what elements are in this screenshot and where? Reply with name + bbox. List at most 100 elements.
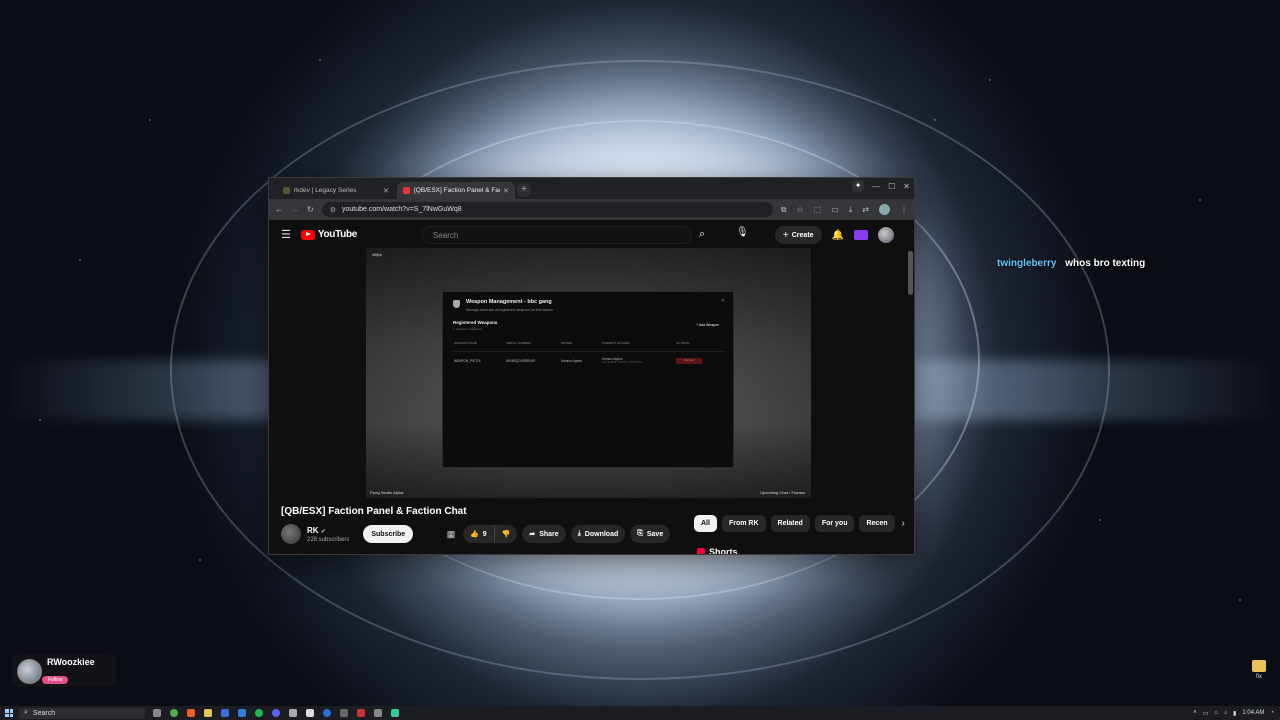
app-icon[interactable] — [357, 709, 365, 717]
save-button[interactable]: ⎘ Save — [630, 525, 671, 543]
studio-icon[interactable] — [854, 230, 868, 240]
forward-icon[interactable]: → — [291, 205, 299, 214]
logo-text: YouTube — [317, 229, 358, 240]
menu-kebab-icon[interactable]: ⋮ — [900, 205, 908, 214]
chip-related[interactable]: Related — [770, 515, 810, 532]
bookmark-star-icon[interactable]: ☆ — [796, 205, 803, 214]
dislike-button[interactable]: 👎 — [494, 525, 518, 543]
section-title: Registered Weapons — [453, 320, 498, 325]
gemini-icon[interactable]: ✦ — [852, 180, 865, 192]
chip-recent[interactable]: Recen — [859, 515, 895, 532]
follow-button[interactable]: Follow — [42, 675, 69, 684]
video-footer-left: Fiveg Studio Alpha — [370, 490, 404, 495]
cast-icon[interactable]: ⧉ — [781, 205, 787, 215]
close-tab-icon[interactable]: ✕ — [383, 187, 389, 195]
brave-icon[interactable] — [187, 709, 195, 717]
holder-updated: Last updated: 13/10/24, 5:15:05 PM — [601, 361, 642, 364]
address-bar-row: ← → ↻ ⚙ youtube.com/watch?v=S_7lNwGuWq8 … — [269, 199, 914, 220]
download-button[interactable]: ⤓ Download — [570, 525, 626, 543]
page-scrollbar[interactable] — [908, 251, 913, 295]
app-icon[interactable] — [340, 709, 348, 717]
notifications-bell-icon[interactable]: 🔔 — [832, 230, 844, 241]
channel-name[interactable]: RK ✔ — [307, 526, 349, 535]
bookmark-icon: ⎘ — [637, 530, 643, 537]
display-icon[interactable]: ▭ — [1203, 710, 1209, 717]
windows-start-icon[interactable] — [5, 709, 13, 717]
app-icon[interactable] — [221, 709, 229, 717]
chrome-icon[interactable] — [170, 709, 178, 717]
minimize-icon[interactable]: — — [872, 182, 880, 191]
chevron-right-icon[interactable]: › — [902, 518, 905, 529]
profile-avatar[interactable] — [879, 204, 890, 215]
recommendation-chips: All From RK Related For you Recen › — [694, 515, 905, 532]
app-icon[interactable] — [374, 709, 382, 717]
site-info-icon[interactable]: ⚙ — [330, 206, 336, 214]
desktop-file-icon[interactable]: fix — [1250, 660, 1268, 680]
weapons-table: WEAPON NAME SERIAL NUMBER OWNER CURRENT … — [453, 340, 725, 369]
section-subtitle: 1 weapons registered — [453, 327, 482, 331]
subscribe-button[interactable]: Subscribe — [363, 525, 414, 543]
share-button[interactable]: ➦ Share — [522, 525, 566, 543]
vscode-icon[interactable] — [238, 709, 246, 717]
clock[interactable]: 1:04 AM — [1242, 710, 1264, 716]
owner-cell: Umnum Appse — [560, 358, 582, 363]
channel-avatar[interactable] — [281, 524, 301, 544]
youtube-favicon-icon — [403, 187, 410, 194]
chip-all[interactable]: All — [694, 515, 717, 532]
back-icon[interactable]: ← — [275, 205, 283, 214]
close-tab-icon[interactable]: ✕ — [503, 187, 509, 195]
translate-icon[interactable]: ⇄ — [862, 205, 869, 214]
account-avatar[interactable] — [878, 227, 894, 243]
table-header-row: WEAPON NAME SERIAL NUMBER OWNER CURRENT … — [453, 340, 725, 352]
create-button[interactable]: + Create — [774, 226, 822, 244]
youtube-logo[interactable]: YouTube — [300, 229, 358, 240]
hamburger-menu-icon[interactable]: ☰ — [281, 228, 291, 241]
edge-icon[interactable] — [323, 709, 331, 717]
shield-icon — [453, 300, 460, 308]
app-icon[interactable] — [289, 709, 297, 717]
stream-chat-line: twingleberry whos bro texting — [997, 258, 1145, 269]
more-actions-button[interactable]: ... — [667, 550, 673, 554]
task-view-icon[interactable] — [153, 709, 161, 717]
video-actions: ▦ 👍 9 👎 ➦ Share ⤓ Download ⎘ Save — [444, 525, 671, 543]
discord-icon[interactable] — [272, 709, 280, 717]
app-icon[interactable] — [391, 709, 399, 717]
microphone-icon[interactable]: 🎙 — [736, 227, 749, 238]
youtube-header: ☰ YouTube Search ⌕ 🎙 + Create 🔔 — [269, 221, 914, 248]
video-player[interactable]: 48fps Weapon Management - bbc gang Manag… — [366, 248, 811, 498]
battery-icon[interactable]: ▮ — [1233, 710, 1236, 717]
download-icon[interactable]: ⤓ — [849, 205, 853, 215]
sidebar-icon[interactable]: ▭ — [831, 205, 839, 214]
network-icon[interactable]: ⌂ — [1214, 710, 1218, 716]
file-explorer-icon[interactable] — [204, 709, 212, 717]
panel-close-icon: ✕ — [720, 298, 725, 304]
extensions-icon[interactable]: ⬚ — [814, 205, 822, 214]
notification-icon[interactable]: ◔ — [1270, 710, 1274, 716]
search-input[interactable]: Search — [422, 226, 692, 244]
search-icon: ⌕ — [24, 709, 28, 716]
tab-rkdev[interactable]: rkdev | Legacy Series ✕ — [277, 182, 395, 199]
app-icon[interactable] — [306, 709, 314, 717]
desktop-file-label: fix — [1256, 674, 1262, 680]
search-icon[interactable]: ⌕ — [699, 228, 705, 241]
tab-title: [QB/ESX] Faction Panel & Facti — [414, 187, 501, 194]
close-window-icon[interactable]: ✕ — [903, 182, 910, 191]
taskbar-search[interactable]: ⌕ Search — [19, 707, 145, 719]
spotify-icon[interactable] — [255, 709, 263, 717]
download-label: Download — [584, 530, 619, 538]
grid-icon[interactable]: ▦ — [444, 529, 458, 540]
like-count: 9 — [482, 530, 487, 538]
chevron-up-icon[interactable]: ˄ — [1193, 710, 1197, 716]
maximize-icon[interactable]: ☐ — [888, 182, 895, 191]
url-field[interactable]: ⚙ youtube.com/watch?v=S_7lNwGuWq8 — [321, 202, 773, 217]
chip-from-rk[interactable]: From RK — [721, 515, 766, 532]
volume-icon[interactable]: ♪ — [1224, 710, 1227, 716]
reload-icon[interactable]: ↻ — [307, 205, 314, 214]
like-button[interactable]: 👍 9 — [463, 525, 495, 543]
new-tab-button[interactable]: + — [517, 183, 531, 197]
tab-youtube[interactable]: [QB/ESX] Faction Panel & Facti ✕ — [397, 182, 515, 199]
chip-for-you[interactable]: For you — [814, 515, 855, 532]
panel-title: Weapon Management - bbc gang — [466, 299, 552, 305]
video-title: [QB/ESX] Faction Panel & Faction Chat — [281, 506, 467, 517]
panel-subtitle: Manage and track all registered weapons … — [466, 308, 553, 312]
